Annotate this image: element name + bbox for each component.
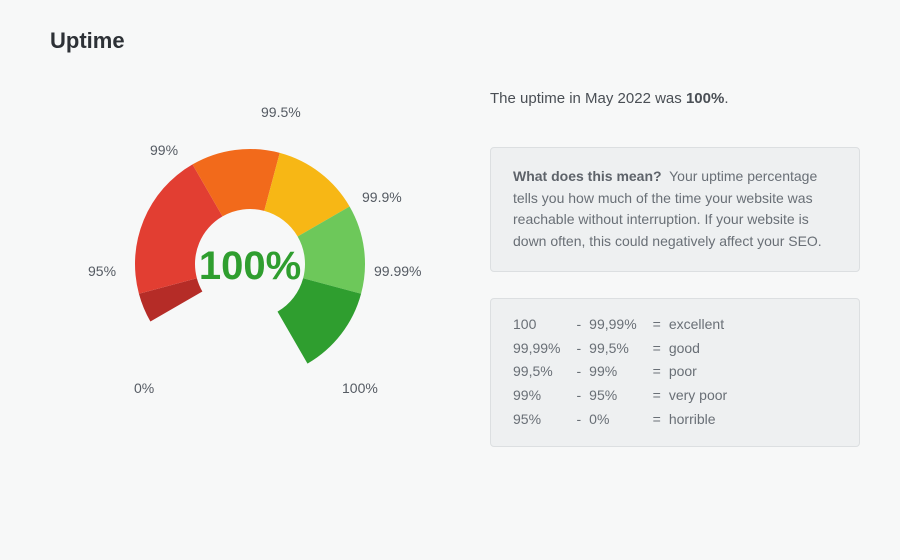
uptime-gauge-icon — [100, 114, 400, 414]
legend-row: 95%-0%=horrible — [513, 408, 735, 432]
gauge-tick-99: 99% — [150, 142, 178, 158]
legend-row: 99,5%-99%=poor — [513, 360, 735, 384]
summary-prefix: The uptime in May 2022 was — [490, 90, 686, 107]
page-title: Uptime — [50, 28, 860, 54]
gauge-tick-95: 95% — [88, 263, 116, 279]
summary-value: 100% — [686, 90, 724, 107]
summary-suffix: . — [724, 90, 728, 107]
gauge-tick-0: 0% — [134, 380, 154, 396]
gauge-tick-9999: 99.99% — [374, 263, 421, 279]
legend-box: 100-99,99%=excellent 99,99%-99,5%=good 9… — [490, 298, 860, 447]
legend-row: 99,99%-99,5%=good — [513, 337, 735, 361]
summary-text: The uptime in May 2022 was 100%. — [490, 90, 860, 107]
info-lead: What does this mean? — [513, 168, 662, 184]
gauge-tick-995: 99.5% — [261, 104, 301, 120]
legend-row: 100-99,99%=excellent — [513, 313, 735, 337]
gauge-panel: 100% 0% 95% 99% 99.5% 99.9% 99.99% 100% — [50, 84, 450, 447]
legend-row: 99%-95%=very poor — [513, 384, 735, 408]
gauge-tick-999: 99.9% — [362, 189, 402, 205]
info-box: What does this mean? Your uptime percent… — [490, 147, 860, 272]
gauge-tick-100: 100% — [342, 380, 378, 396]
